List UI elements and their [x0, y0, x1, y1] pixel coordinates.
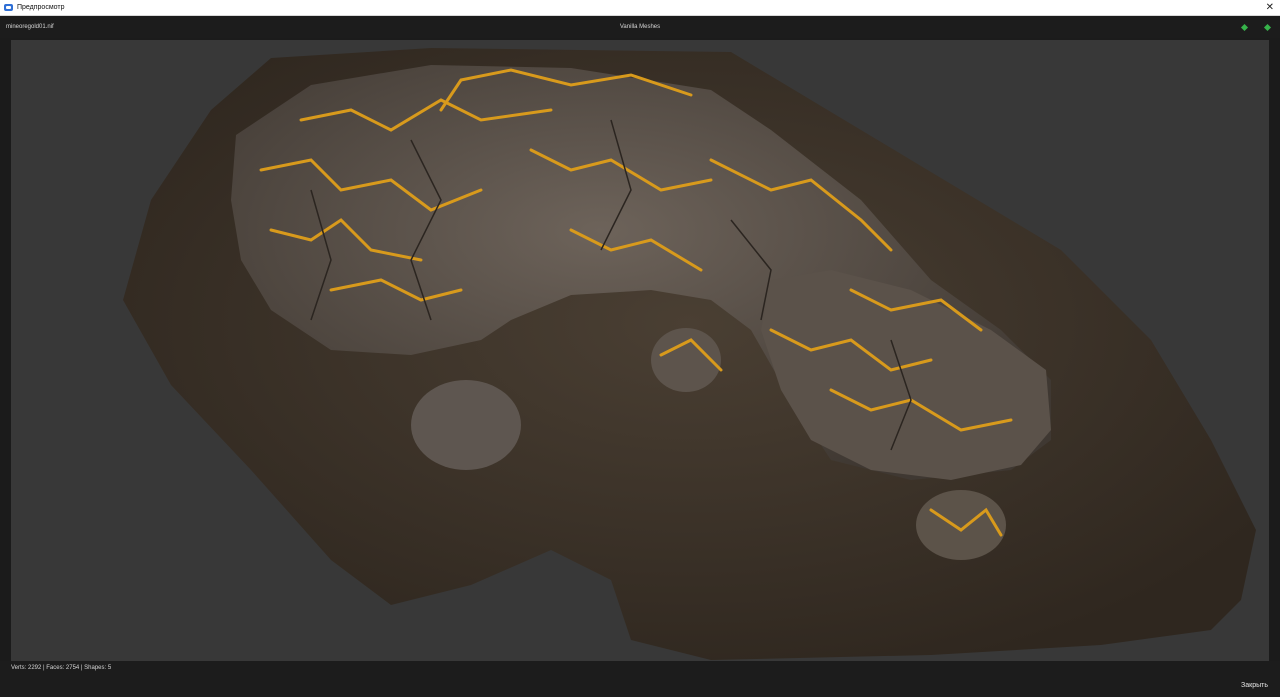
window-titlebar: Предпросмотр ✕	[0, 0, 1280, 16]
mesh-library-label: Vanilla Meshes	[619, 24, 661, 30]
boulder-bottom	[916, 490, 1006, 560]
window-title: Предпросмотр	[17, 4, 65, 11]
status-bar: Verts: 2292 | Faces: 2754 | Shapes: 5 За…	[0, 661, 1280, 697]
3d-viewport[interactable]	[11, 40, 1269, 661]
arrow-right-icon	[1263, 23, 1271, 31]
preview-toolbar: mineoregold01.nif Vanilla Meshes	[0, 16, 1280, 38]
mesh-stats: Verts: 2292 | Faces: 2754 | Shapes: 5	[11, 665, 112, 671]
boulder-left	[411, 380, 521, 470]
mesh-render	[123, 48, 1256, 660]
close-button[interactable]: Закрыть	[1241, 682, 1268, 689]
arrow-left-icon	[1240, 23, 1248, 31]
next-mesh-button[interactable]	[1262, 22, 1272, 32]
previous-mesh-button[interactable]	[1239, 22, 1249, 32]
app-icon	[4, 4, 13, 11]
window-close-icon[interactable]: ✕	[1266, 1, 1274, 14]
